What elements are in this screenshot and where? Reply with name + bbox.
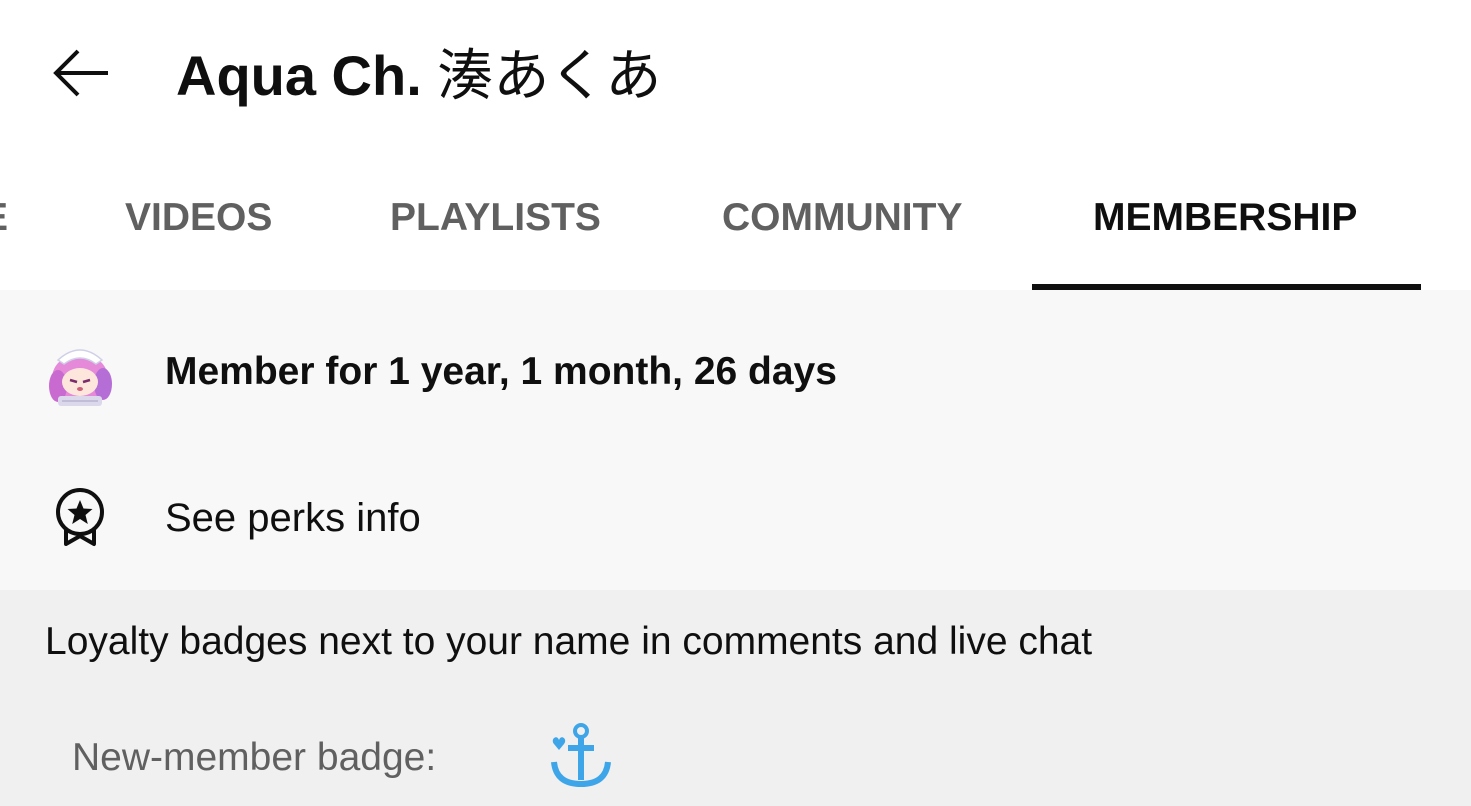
tab-partial-previous[interactable]: E [0,150,8,290]
loyalty-badges-heading: Loyalty badges next to your name in comm… [45,620,1093,663]
anchor-badge-icon [548,722,614,790]
channel-title-japanese: 湊あくあ [437,44,662,109]
channel-avatar-icon [49,349,112,406]
tab-playlists[interactable]: PLAYLISTS [390,150,601,290]
channel-tabs: E VIDEOS PLAYLISTS COMMUNITY MEMBERSHIP [0,150,1471,290]
back-button[interactable] [48,42,114,108]
channel-title: Aqua Ch. 湊あくあ [176,44,661,109]
new-member-badge-label: New-member badge: [72,736,437,779]
arrow-left-icon [53,49,108,97]
tab-community[interactable]: COMMUNITY [722,150,962,290]
tab-videos[interactable]: VIDEOS [125,150,272,290]
app-header: Aqua Ch. 湊あくあ [0,0,1471,150]
see-perks-info-link[interactable]: See perks info [165,496,421,541]
tab-membership[interactable]: MEMBERSHIP [1093,150,1357,290]
award-ribbon-icon [50,486,110,548]
channel-title-latin: Aqua Ch. [176,44,422,107]
member-avatar [44,340,116,412]
membership-duration: Member for 1 year, 1 month, 26 days [165,350,837,393]
